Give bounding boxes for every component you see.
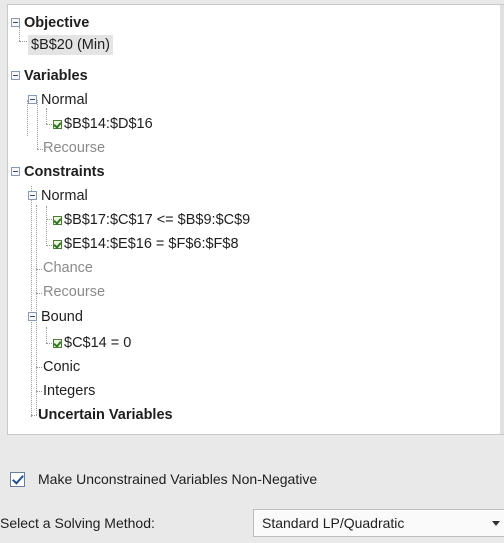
tree-line xyxy=(46,108,47,124)
collapse-variables-normal-icon[interactable] xyxy=(28,95,37,104)
collapse-bound-icon[interactable] xyxy=(28,312,37,321)
constraint-1-text: $B$17:$C$17 <= $B$9:$C$9 xyxy=(64,212,251,228)
tree-scroll-edge xyxy=(500,5,504,434)
chevron-down-icon[interactable] xyxy=(492,521,500,526)
constraint-2-text: $E$14:$E$16 = $F$6:$F$8 xyxy=(64,236,239,252)
tree-node-constraint-1[interactable]: $B$17:$C$17 <= $B$9:$C$9 xyxy=(53,210,250,230)
tree-node-constraints-integers[interactable]: Integers xyxy=(43,381,95,401)
tree-node-variables-normal-item[interactable]: $B$14:$D$16 xyxy=(53,114,153,134)
tree-line xyxy=(36,391,42,392)
enabled-check-icon[interactable] xyxy=(53,339,62,348)
enabled-check-icon[interactable] xyxy=(53,120,62,129)
solving-method-select[interactable]: Standard LP/Quadratic xyxy=(253,509,504,537)
tree-node-constraints-bound[interactable]: Bound xyxy=(41,307,83,327)
collapse-variables-icon[interactable] xyxy=(11,71,20,80)
collapse-constraints-normal-icon[interactable] xyxy=(28,191,37,200)
tree-line xyxy=(46,327,47,343)
tree-line xyxy=(36,293,42,294)
nonneg-checkbox[interactable] xyxy=(10,472,25,487)
collapse-objective-icon[interactable] xyxy=(11,18,20,27)
tree-node-variables-normal[interactable]: Normal xyxy=(41,90,88,110)
tree-node-uncertain-variables[interactable]: Uncertain Variables xyxy=(38,405,173,425)
enabled-check-icon[interactable] xyxy=(53,240,62,249)
tree-node-variables[interactable]: Variables xyxy=(24,66,88,86)
collapse-constraints-icon[interactable] xyxy=(11,167,20,176)
tree-node-constraints-conic[interactable]: Conic xyxy=(43,357,80,377)
tree-line xyxy=(36,205,37,415)
tree-line xyxy=(31,415,37,416)
tree-node-objective-cell[interactable]: $B$20 (Min) xyxy=(28,35,113,55)
nonneg-label: Make Unconstrained Variables Non-Negativ… xyxy=(38,471,318,487)
variables-normal-item-text: $B$14:$D$16 xyxy=(64,116,153,132)
bound-item-text: $C$14 = 0 xyxy=(64,335,132,351)
solving-method-label: Select a Solving Method: xyxy=(0,515,155,531)
tree-node-constraint-2[interactable]: $E$14:$E$16 = $F$6:$F$8 xyxy=(53,234,239,254)
tree-line xyxy=(37,100,38,149)
tree-line xyxy=(27,100,28,136)
tree-line xyxy=(36,367,42,368)
tree-node-constraints[interactable]: Constraints xyxy=(24,162,105,182)
enabled-check-icon[interactable] xyxy=(53,216,62,225)
solving-method-value: Standard LP/Quadratic xyxy=(262,515,405,531)
tree-node-objective[interactable]: Objective xyxy=(24,13,89,33)
tree-line xyxy=(46,206,47,246)
tree-node-constraints-normal[interactable]: Normal xyxy=(41,186,88,206)
tree-line xyxy=(19,27,20,41)
tree-node-bound-item[interactable]: $C$14 = 0 xyxy=(53,333,131,353)
tree-line xyxy=(31,186,32,417)
tree-node-constraints-recourse[interactable]: Recourse xyxy=(43,282,105,302)
tree-node-variables-recourse[interactable]: Recourse xyxy=(43,138,105,158)
model-tree[interactable]: Objective $B$20 (Min) Variables Normal $… xyxy=(7,4,504,435)
tree-line xyxy=(36,269,42,270)
tree-node-constraints-chance[interactable]: Chance xyxy=(43,258,93,278)
